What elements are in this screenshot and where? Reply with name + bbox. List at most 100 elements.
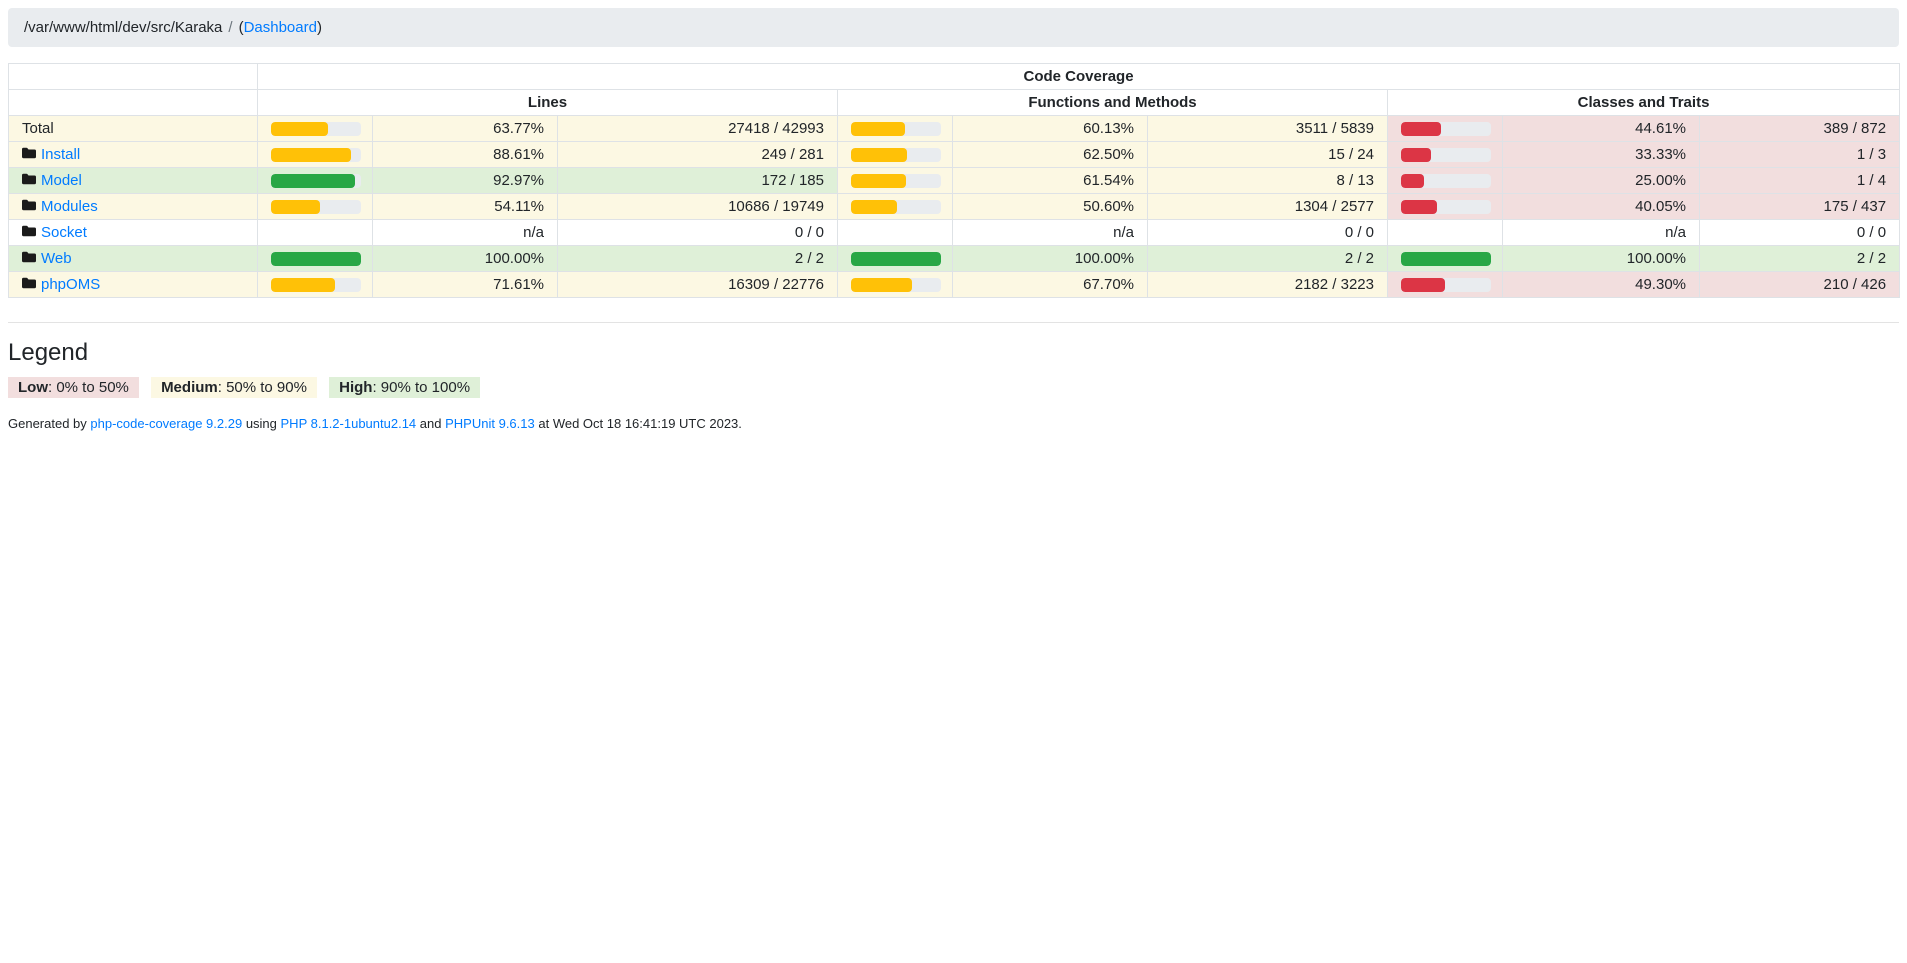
classes-progress-bar [1401, 122, 1441, 136]
lines-progress-bar [271, 174, 355, 188]
functions-ratio: 8 / 13 [1148, 168, 1388, 194]
classes-ratio: 175 / 437 [1700, 194, 1900, 220]
functions-progress-track [851, 174, 941, 188]
legend-heading: Legend [8, 339, 1899, 367]
php-code-coverage-link[interactable]: php-code-coverage 9.2.29 [90, 416, 242, 431]
footer-text: Generated by [8, 416, 87, 431]
directory-link[interactable]: Web [41, 250, 72, 267]
breadcrumb-separator: / [222, 19, 238, 36]
functions-progress-track [851, 200, 941, 214]
lines-bar-cell [258, 194, 373, 220]
classes-bar-cell [1388, 116, 1503, 142]
footer-text: using [246, 416, 277, 431]
empty-header-cell [9, 90, 258, 116]
folder-icon [22, 250, 36, 264]
functions-percent: 62.50% [953, 142, 1148, 168]
legend-item-high: High: 90% to 100% [329, 377, 480, 398]
functions-ratio: 2 / 2 [1148, 246, 1388, 272]
functions-progress-bar [851, 200, 897, 214]
functions-progress-bar [851, 148, 907, 162]
lines-progress-bar [271, 200, 320, 214]
lines-percent: n/a [373, 220, 558, 246]
table-row: Web 100.00% 2 / 2 100.00% 2 / 2 100.00% … [9, 246, 1900, 272]
functions-ratio: 2182 / 3223 [1148, 272, 1388, 298]
legend-range: : 0% to 50% [48, 379, 129, 396]
group-header-classes: Classes and Traits [1388, 90, 1900, 116]
lines-bar-cell [258, 168, 373, 194]
lines-ratio: 172 / 185 [558, 168, 838, 194]
classes-progress-bar [1401, 200, 1437, 214]
functions-progress-bar [851, 122, 905, 136]
classes-bar-cell [1388, 220, 1503, 246]
lines-progress-bar [271, 122, 328, 136]
lines-progress-track [271, 200, 361, 214]
classes-bar-cell [1388, 194, 1503, 220]
lines-percent: 71.61% [373, 272, 558, 298]
dashboard-link[interactable]: Dashboard [244, 19, 317, 36]
legend-range: : 50% to 90% [218, 379, 307, 396]
directory-link[interactable]: Install [41, 146, 80, 163]
folder-icon [22, 172, 36, 186]
classes-percent: 44.61% [1503, 116, 1700, 142]
classes-percent: 33.33% [1503, 142, 1700, 168]
classes-percent: 40.05% [1503, 194, 1700, 220]
classes-bar-cell [1388, 272, 1503, 298]
classes-percent: 100.00% [1503, 246, 1700, 272]
coverage-table: Code Coverage Lines Functions and Method… [8, 63, 1900, 298]
functions-progress-bar [851, 174, 906, 188]
directory-link[interactable]: Modules [41, 198, 98, 215]
table-row: phpOMS 71.61% 16309 / 22776 67.70% 2182 … [9, 272, 1900, 298]
classes-progress-track [1401, 148, 1491, 162]
lines-percent: 63.77% [373, 116, 558, 142]
folder-icon [22, 198, 36, 212]
group-header-row: Lines Functions and Methods Classes and … [9, 90, 1900, 116]
php-version-link[interactable]: PHP 8.1.2-1ubuntu2.14 [281, 416, 417, 431]
directory-link[interactable]: Socket [41, 224, 87, 241]
lines-progress-bar [271, 278, 335, 292]
table-row: Modules 54.11% 10686 / 19749 50.60% 1304… [9, 194, 1900, 220]
generated-by-line: Generated by php-code-coverage 9.2.29 us… [8, 416, 1899, 431]
lines-percent: 54.11% [373, 194, 558, 220]
functions-ratio: 15 / 24 [1148, 142, 1388, 168]
functions-progress-bar [851, 252, 941, 266]
classes-progress-bar [1401, 252, 1491, 266]
functions-bar-cell [838, 246, 953, 272]
classes-percent: 25.00% [1503, 168, 1700, 194]
classes-ratio: 2 / 2 [1700, 246, 1900, 272]
name-cell: Install [9, 142, 258, 168]
phpunit-link[interactable]: PHPUnit 9.6.13 [445, 416, 535, 431]
directory-link[interactable]: phpOMS [41, 276, 100, 293]
legend-label: Low [18, 379, 48, 396]
functions-progress-track [851, 252, 941, 266]
lines-progress-bar [271, 148, 351, 162]
functions-progress-bar [851, 278, 912, 292]
functions-percent: 50.60% [953, 194, 1148, 220]
lines-percent: 88.61% [373, 142, 558, 168]
functions-ratio: 1304 / 2577 [1148, 194, 1388, 220]
lines-ratio: 16309 / 22776 [558, 272, 838, 298]
lines-progress-track [271, 174, 361, 188]
functions-percent: 67.70% [953, 272, 1148, 298]
legend-label: High [339, 379, 372, 396]
group-header-lines: Lines [258, 90, 838, 116]
table-row: Total 63.77% 27418 / 42993 60.13% 3511 /… [9, 116, 1900, 142]
lines-ratio: 10686 / 19749 [558, 194, 838, 220]
name-cell: Model [9, 168, 258, 194]
directory-link[interactable]: Model [41, 172, 82, 189]
name-cell: Web [9, 246, 258, 272]
functions-percent: 60.13% [953, 116, 1148, 142]
classes-ratio: 0 / 0 [1700, 220, 1900, 246]
classes-progress-bar [1401, 278, 1445, 292]
name-cell: Modules [9, 194, 258, 220]
functions-bar-cell [838, 168, 953, 194]
lines-bar-cell [258, 272, 373, 298]
lines-progress-track [271, 252, 361, 266]
name-cell: Total [9, 116, 258, 142]
table-title-row: Code Coverage [9, 64, 1900, 90]
functions-percent: 100.00% [953, 246, 1148, 272]
classes-ratio: 389 / 872 [1700, 116, 1900, 142]
classes-progress-track [1401, 174, 1491, 188]
lines-ratio: 2 / 2 [558, 246, 838, 272]
breadcrumb: /var/www/html/dev/src/Karaka/(Dashboard) [8, 8, 1899, 47]
lines-ratio: 249 / 281 [558, 142, 838, 168]
